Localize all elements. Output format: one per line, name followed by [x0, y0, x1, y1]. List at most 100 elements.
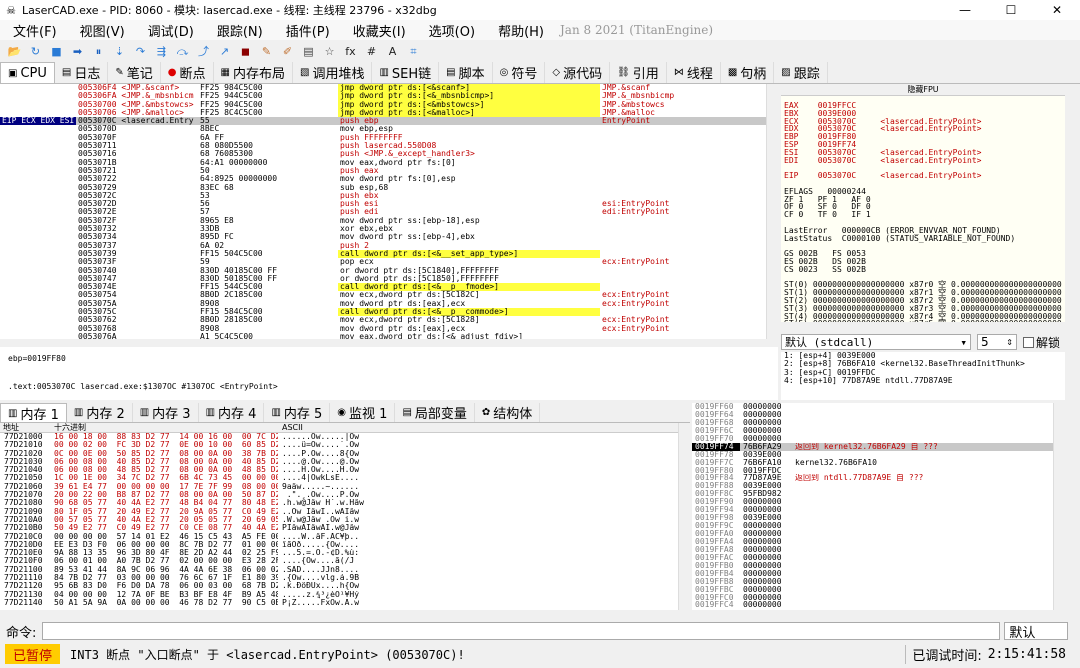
disasm-row[interactable]: 0053072F 8965 E8 mov dword ptr ss:[ebp-18]… [0, 217, 778, 225]
trace-over-icon[interactable]: ⤼ [174, 43, 191, 60]
disasm-row[interactable]: 00530762 8B0D 28185C00 mov ecx,dword ptr d… [0, 316, 778, 324]
menu-plugins[interactable]: 插件(P) [273, 21, 340, 40]
disasm-row[interactable]: 0053071B 64:A1 00000000 mov eax,dword ptr … [0, 159, 778, 167]
dump-row[interactable]: 77D21070 20 00 22 00 B8 87 D2 77 08 00 0A… [0, 491, 690, 499]
run-icon[interactable]: ➡ [69, 43, 86, 60]
tab-memory-map[interactable]: ▦ 内存布局 [214, 62, 293, 83]
disasm-row[interactable]: 00530768 8908 mov dword ptr ds:[eax],ecx ec… [0, 325, 778, 333]
dump-tab-dump-2[interactable]: ▥ 内存 2 [67, 403, 133, 422]
disasm-row[interactable]: 00530740 830D 40185C00 FF or dword ptr ds:… [0, 267, 778, 275]
close-button[interactable]: ✕ [1034, 3, 1080, 17]
dump-tab-dump-3[interactable]: ▥ 内存 3 [133, 403, 199, 422]
dump-row[interactable]: 77D21090 80 1F 05 77 20 49 E2 77 20 9A 05… [0, 508, 690, 516]
disasm-row[interactable]: 00530716 68 76085300 push <JMP.&_except_ha… [0, 150, 778, 158]
dump-row[interactable]: 77D21060 39 61 E4 77 00 00 00 00 17 7E 7F… [0, 483, 690, 491]
dump-scrollbar[interactable] [678, 423, 690, 610]
disasm-row[interactable]: 0053072C 53 push ebx [0, 192, 778, 200]
step-into-icon[interactable]: ⇣ [111, 43, 128, 60]
tab-seh[interactable]: ▥ SEH链 [372, 62, 440, 83]
tab-trace[interactable]: ▨ 跟踪 [774, 62, 828, 83]
disasm-row[interactable]: 00530739 FF15 504C5C00 call dword ptr ds:[… [0, 249, 778, 259]
stack-row[interactable]: 0019FFBC 00000000 [692, 586, 1065, 594]
stack-scrollbar[interactable] [1053, 403, 1065, 610]
argument-row[interactable]: 4: [esp+10] 77D87A9E ntdll.77D87A9E [784, 376, 1062, 385]
disasm-row[interactable]: 00530734 895D FC mov dword ptr ss:[ebp-4],… [0, 233, 778, 241]
tab-log[interactable]: ▤ 日志 [55, 62, 109, 83]
stack-row[interactable]: 0019FF8C 95FBD982 [692, 490, 1065, 498]
hash-icon[interactable]: # [363, 43, 380, 60]
disasm-row[interactable]: 0053074E FF15 544C5C00 call dword ptr ds:[… [0, 283, 778, 292]
arguments-view[interactable]: 1: [esp+4] 0039E000 2: [esp+8] 76B6FA10 <… [781, 352, 1065, 400]
disasm-row[interactable]: 0053070D 8BEC mov ebp,esp [0, 125, 778, 133]
tab-notes[interactable]: ✎ 笔记 [108, 62, 161, 83]
disasm-row[interactable]: 0053072D 56 push esi esi:EntryPoint [0, 200, 778, 208]
patch-icon[interactable]: ✎ [258, 43, 275, 60]
register-line[interactable]: CF 0 TF 0 IF 1 [784, 211, 1065, 219]
string-icon[interactable]: A [384, 43, 401, 60]
pause-icon[interactable]: ⏸ [90, 43, 107, 60]
disasm-row[interactable]: 0053070F 6A FF push FFFFFFFF [0, 134, 778, 142]
stack-row[interactable]: 0019FF68 00000000 [692, 419, 1065, 427]
tab-symbols[interactable]: ◎ 符号 [493, 62, 546, 83]
run-to-user-code-icon[interactable]: ↗ [216, 43, 233, 60]
stack-row[interactable]: 0019FF84 77D87A9E 返回到 ntdll.77D87A9E 自 ??? [692, 474, 1065, 482]
menu-debug[interactable]: 调试(D) [135, 21, 204, 40]
stack-row[interactable]: 0019FFC4 00000000 [692, 601, 1065, 609]
open-icon[interactable]: 📂 [6, 43, 23, 60]
disasm-row[interactable]: 0053075C FF15 584C5C00 call dword ptr ds:[… [0, 308, 778, 317]
tab-breakpoint[interactable]: ● 断点 [161, 62, 214, 83]
stack-row[interactable]: 0019FF98 0039E000 [692, 514, 1065, 522]
dump-row[interactable]: 77D21100 89 53 41 44 8A 9C 06 96 4A 4A 6E… [0, 566, 690, 574]
maximize-button[interactable]: ☐ [988, 3, 1034, 17]
dump-tab-locals[interactable]: ▤ 局部变量 [395, 403, 475, 422]
dump-tab-dump-5[interactable]: ▥ 内存 5 [264, 403, 331, 422]
stack-row[interactable]: 0019FFB8 00000000 [692, 578, 1065, 586]
registers-view[interactable]: 隐藏FPU EAX 0019FFCC EBX 0039E000 ECX 005307… [781, 84, 1065, 322]
tab-source[interactable]: ◇ 源代码 [545, 62, 611, 83]
dump-row[interactable]: 77D21120 95 6B 83 D0 F6 D0 DA 78 06 00 03… [0, 582, 690, 590]
dump-row[interactable]: 77D21030 06 00 08 00 40 85 D2 77 08 00 0A… [0, 458, 690, 466]
disasm-scrollbar[interactable] [766, 84, 778, 339]
stack-row[interactable]: 0019FFAC 00000000 [692, 554, 1065, 562]
register-line[interactable]: EIP 0053070C <lasercad.EntryPoint> [784, 172, 1065, 180]
disasm-row[interactable]: 0053075A 8908 mov dword ptr ds:[eax],ecx ec… [0, 300, 778, 308]
disasm-row[interactable]: 005306F4 <JMP.&scanf> FF25 984C5C00 jmp dw… [0, 84, 778, 93]
step-over-icon[interactable]: ↷ [132, 43, 149, 60]
stack-row[interactable]: 0019FFB4 00000000 [692, 570, 1065, 578]
dump-row[interactable]: 77D21130 04 00 00 00 12 7A 0F BE B3 BF E8… [0, 591, 690, 599]
disasm-row[interactable]: 005306FA <JMP.&_mbsnbicm FF25 944C5C00 jmp… [0, 92, 778, 101]
register-line[interactable]: LastStatus C0000100 (STATUS_VARIABLE_NOT… [784, 234, 1065, 243]
menu-help[interactable]: 帮助(H) [485, 21, 554, 40]
stack-row[interactable]: 0019FF74 76B6FA29 返回到 kernel32.76B6FA29 自 … [692, 442, 1065, 451]
tab-threads[interactable]: ⋈ 线程 [667, 62, 721, 83]
disasm-row[interactable]: 00530737 6A 02 push 2 [0, 242, 778, 250]
tab-cpu[interactable]: ▣ CPU [0, 62, 55, 83]
function-icon[interactable]: fx [342, 43, 359, 60]
tab-call-stack[interactable]: ▧ 调用堆栈 [293, 62, 373, 83]
disasm-row[interactable]: EIP ECX EDX ESI 0053070C <lasercad.Entry 5… [0, 117, 778, 126]
execute-till-return-icon[interactable]: ⤴ [195, 43, 212, 60]
minimize-button[interactable]: — [942, 3, 988, 17]
disasm-row[interactable]: 00530721 50 push eax [0, 167, 778, 175]
dump-row[interactable]: 77D21110 84 7B D2 77 03 00 00 00 76 6C 67… [0, 574, 690, 582]
stack-row[interactable]: 0019FFA4 00000000 [692, 538, 1065, 546]
disasm-row[interactable]: 0053072E 57 push edi edi:EntryPoint [0, 208, 778, 216]
calculator-icon[interactable]: ⌗ [405, 43, 422, 60]
bookmark-icon[interactable]: ☆ [321, 43, 338, 60]
stack-row[interactable]: 0019FFC0 00000000 [692, 594, 1065, 602]
disasm-row[interactable]: 00530754 8B0D 2C185C00 mov ecx,dword ptr d… [0, 291, 778, 299]
disasm-row[interactable]: 0053073F 59 pop ecx ecx:EntryPoint [0, 258, 778, 266]
stack-row[interactable]: 0019FF94 00000000 [692, 506, 1065, 514]
tab-references[interactable]: ⛓ 引用 [610, 62, 667, 83]
command-input[interactable] [42, 622, 1001, 640]
command-mode-select[interactable]: 默认 [1004, 622, 1069, 641]
dump-row[interactable]: 77D210C0 00 00 00 00 57 14 01 E2 46 15 C5… [0, 533, 690, 541]
stack-row[interactable]: 0019FF9C 00000000 [692, 522, 1065, 530]
dump-tab-struct[interactable]: ✿ 结构体 [475, 403, 541, 422]
trace-into-icon[interactable]: ⇶ [153, 43, 170, 60]
stack-row[interactable]: 0019FF90 00000000 [692, 498, 1065, 506]
dump-row[interactable]: 77D210E0 9A 88 13 35 96 3D 80 4F 8E 2D A2… [0, 549, 690, 557]
dump-tab-dump-4[interactable]: ▥ 内存 4 [199, 403, 265, 422]
dump-view[interactable]: 地址 十六进制 ASCII 77D21000 16 00 18 00 88 83 … [0, 423, 690, 610]
disasm-row[interactable]: 00530706 <JMP.&malloc> FF25 8C4C5C00 jmp d… [0, 108, 778, 118]
